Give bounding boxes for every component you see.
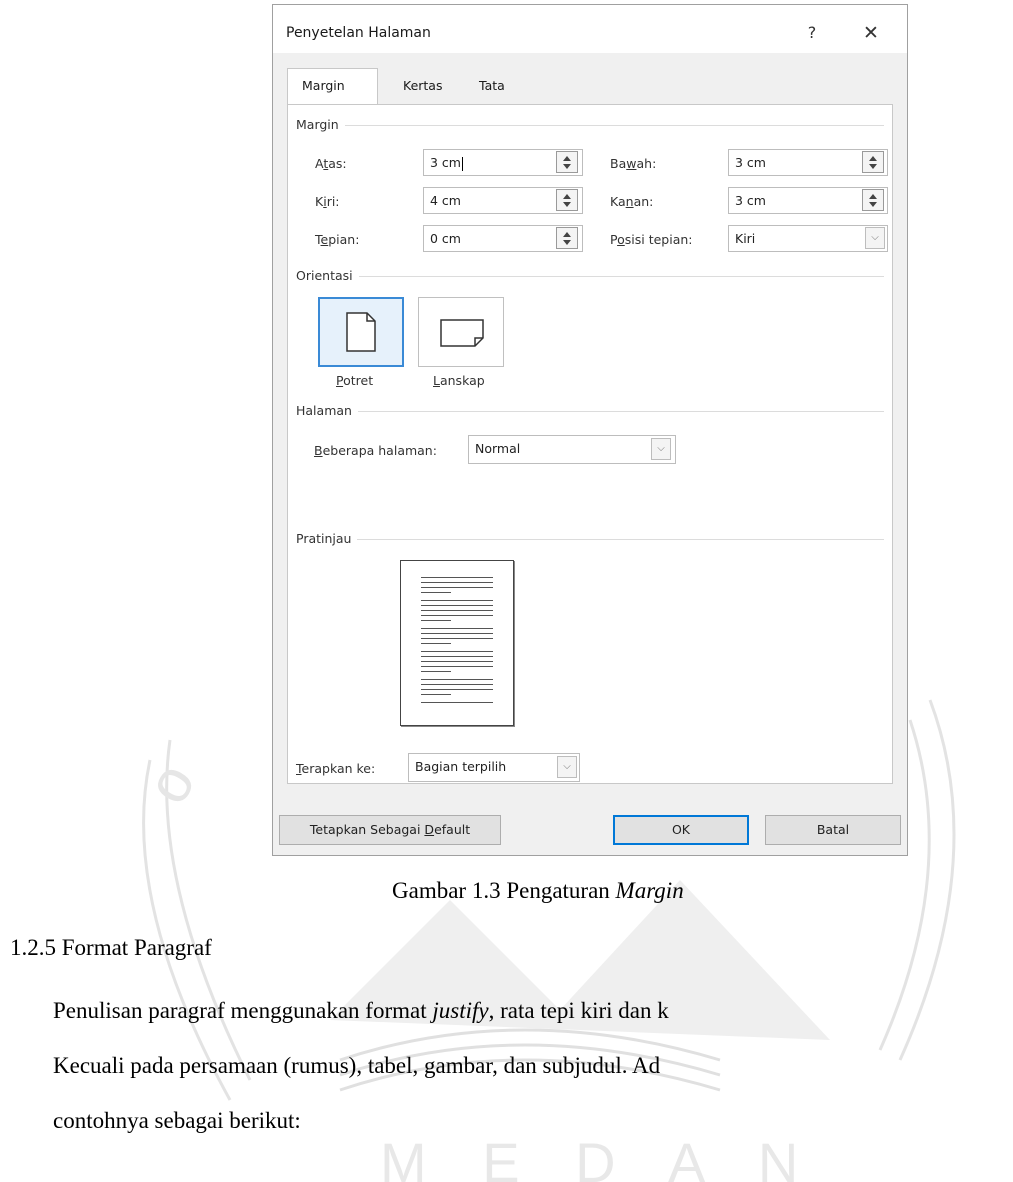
paragraph-line-2: Kecuali pada persamaan (rumus), tabel, g… bbox=[53, 1053, 661, 1078]
orientation-group-label: Orientasi bbox=[296, 268, 359, 283]
set-as-default-button[interactable]: Tetapkan Sebagai Default bbox=[279, 815, 501, 845]
multiple-pages-select[interactable]: Normal bbox=[468, 435, 676, 464]
portrait-label: Potret bbox=[336, 373, 374, 388]
pages-group-label: Halaman bbox=[296, 403, 358, 418]
preview-page bbox=[400, 560, 514, 726]
tab-margin[interactable]: Margin bbox=[287, 68, 378, 104]
top-margin-label: Atas: bbox=[315, 156, 347, 171]
multiple-pages-label: Beberapa halaman: bbox=[314, 443, 437, 458]
bottom-margin-spinner[interactable] bbox=[862, 151, 884, 173]
margin-tab-panel: Margin Atas: 3 cm Bawah: 3 cm Kiri: 4 cm… bbox=[287, 104, 893, 784]
gutter-position-label: Posisi tepian: bbox=[610, 232, 693, 247]
landscape-label: Lanskap bbox=[433, 373, 485, 388]
apply-to-label: Terapkan ke: bbox=[296, 761, 376, 776]
paragraph-line-3: contohnya sebagai berikut: bbox=[53, 1108, 301, 1133]
left-margin-label: Kiri: bbox=[315, 194, 340, 209]
help-button[interactable]: ? bbox=[794, 15, 830, 51]
bottom-margin-label: Bawah: bbox=[610, 156, 657, 171]
gutter-label: Tepian: bbox=[315, 232, 360, 247]
right-margin-label: Kanan: bbox=[610, 194, 654, 209]
svg-text:o: o bbox=[133, 752, 208, 814]
cancel-button[interactable]: Batal bbox=[765, 815, 901, 845]
paragraph-line-1: Penulisan paragraf menggunakan format ju… bbox=[53, 998, 669, 1023]
tab-tata-letak[interactable]: Tata letak bbox=[465, 72, 524, 121]
chevron-down-icon[interactable]: ⌵ bbox=[651, 438, 671, 460]
gutter-spinner[interactable] bbox=[556, 227, 578, 249]
dialog-title: Penyetelan Halaman bbox=[286, 25, 431, 41]
page-setup-dialog: Penyetelan Halaman ? ✕ Margin Kertas Tat… bbox=[272, 4, 908, 856]
portrait-page-icon bbox=[346, 312, 376, 352]
margin-group-label: Margin bbox=[296, 117, 345, 132]
svg-text:M E D A N: M E D A N bbox=[380, 1131, 818, 1182]
close-button[interactable]: ✕ bbox=[853, 15, 889, 51]
section-heading: 1.2.5 Format Paragraf bbox=[10, 935, 212, 960]
figure-caption: Gambar 1.3 Pengaturan Margin bbox=[392, 878, 684, 903]
chevron-down-icon[interactable]: ⌵ bbox=[865, 227, 885, 249]
top-margin-spinner[interactable] bbox=[556, 151, 578, 173]
apply-to-select[interactable]: Bagian terpilih bbox=[408, 753, 580, 782]
left-margin-spinner[interactable] bbox=[556, 189, 578, 211]
chevron-down-icon[interactable]: ⌵ bbox=[557, 756, 577, 778]
gutter-position-select[interactable]: Kiri bbox=[728, 225, 888, 252]
landscape-button[interactable] bbox=[418, 297, 504, 367]
tab-kertas[interactable]: Kertas bbox=[389, 72, 456, 102]
preview-group-label: Pratinjau bbox=[296, 531, 358, 546]
right-margin-spinner[interactable] bbox=[862, 189, 884, 211]
portrait-button[interactable] bbox=[318, 297, 404, 367]
ok-button[interactable]: OK bbox=[613, 815, 749, 845]
landscape-page-icon bbox=[440, 319, 484, 347]
title-bar: Penyetelan Halaman ? ✕ bbox=[273, 5, 907, 53]
